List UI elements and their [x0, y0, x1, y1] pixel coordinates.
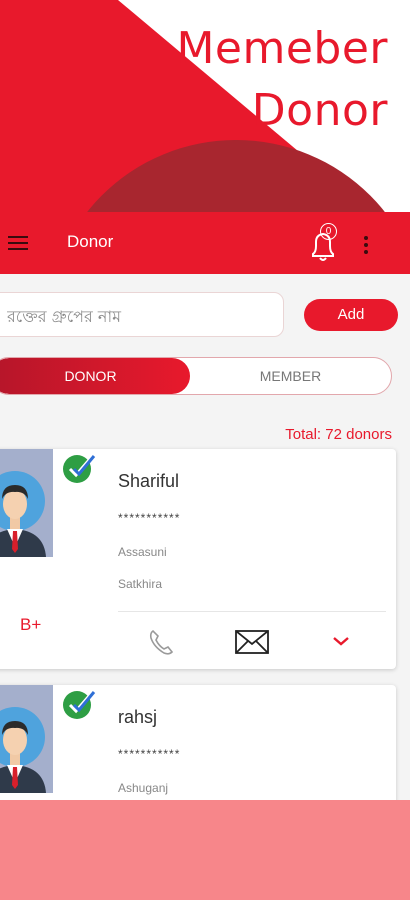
donor-thana: Assasuni — [118, 545, 167, 559]
app-screen: Donor 0 Add DONOR MEMBER Total: 72 donor… — [0, 212, 410, 900]
notification-count-badge: 0 — [320, 223, 337, 240]
app-bar-title: Donor — [67, 232, 114, 251]
add-button[interactable]: Add — [304, 299, 398, 331]
phone-icon[interactable] — [147, 627, 177, 657]
verified-icon — [63, 691, 96, 719]
tab-donor[interactable]: DONOR — [0, 358, 190, 394]
blood-group-badge: B+ — [20, 615, 42, 634]
donor-card[interactable]: Shariful *********** Assasuni Satkhira B… — [0, 449, 396, 669]
donor-name: Shariful — [118, 471, 180, 491]
chevron-down-icon[interactable] — [332, 635, 350, 647]
donor-member-toggle: DONOR MEMBER — [0, 357, 392, 395]
verified-icon — [63, 455, 96, 483]
promo-title-line1: Memeber — [176, 23, 388, 74]
donor-district: Satkhira — [118, 577, 163, 591]
app-bar: Donor 0 — [0, 212, 410, 274]
donor-thana: Ashuganj — [118, 781, 169, 795]
total-donors-label: Total: 72 donors — [285, 426, 392, 443]
promo-title-line2: Donor — [251, 85, 388, 136]
avatar — [0, 685, 53, 793]
avatar — [0, 449, 53, 557]
search-input[interactable] — [5, 303, 269, 329]
blood-group-search[interactable] — [0, 292, 284, 337]
promo-title: Memeber Donor — [176, 18, 388, 142]
mail-icon[interactable] — [235, 629, 269, 655]
card-divider — [118, 611, 386, 612]
tab-member[interactable]: MEMBER — [190, 358, 391, 394]
donor-name: rahsj — [118, 707, 158, 727]
donor-phone: *********** — [118, 511, 181, 525]
bottom-band — [0, 800, 410, 900]
more-vert-icon[interactable] — [364, 236, 368, 254]
menu-icon[interactable] — [8, 236, 28, 250]
donor-phone: *********** — [118, 747, 181, 761]
